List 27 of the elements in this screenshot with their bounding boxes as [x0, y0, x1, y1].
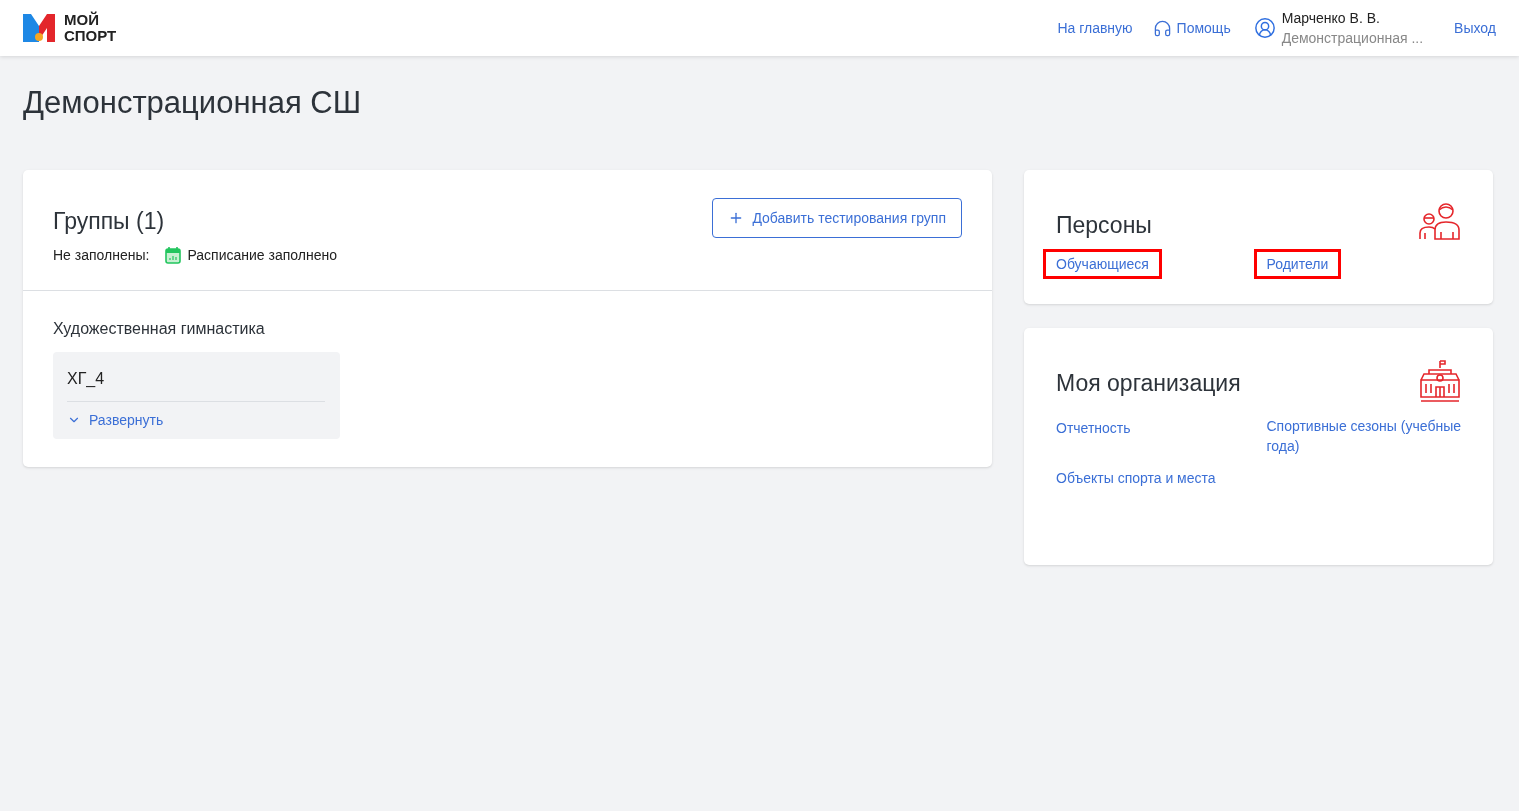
card-link[interactable]: Обучающиеся [1043, 248, 1162, 279]
groups-title: Группы (1) [53, 207, 165, 236]
help-link[interactable]: Помощь [1152, 17, 1231, 39]
sport-name: Художественная гимнастика [53, 318, 266, 339]
user-icon [1253, 17, 1276, 39]
logo-text: МОЙ СПОРТ [64, 12, 117, 44]
card-link[interactable]: Отчетность [1056, 417, 1131, 438]
logout-link[interactable]: Выход [1454, 17, 1496, 39]
card-link[interactable]: Объекты спорта и места [1056, 467, 1216, 488]
unfilled-label: Не заполнены: [53, 245, 150, 265]
logo-icon [23, 14, 55, 42]
add-group-testing-button[interactable]: Добавить тестирования групп [712, 198, 962, 238]
expand-toggle[interactable]: Развернуть [67, 409, 164, 431]
calendar-icon [165, 246, 182, 264]
headset-icon [1152, 18, 1172, 38]
card-title: Моя организация [1056, 368, 1241, 398]
home-link[interactable]: На главную [1057, 17, 1133, 39]
group-name: ХГ_4 [67, 366, 325, 402]
card-link[interactable]: Спортивные сезоны (учебные года) [1266, 415, 1461, 456]
card-link[interactable]: Родители [1253, 248, 1342, 279]
schedule-status: Расписание заполнено [187, 245, 337, 265]
user-organization: Демонстрационная ... [1281, 29, 1424, 48]
people-icon [1419, 202, 1461, 240]
school-building-icon [1419, 359, 1461, 402]
page-title: Демонстрационная СШ [22, 85, 363, 121]
user-name: Марченко В. В. [1281, 9, 1381, 28]
card-title: Персоны [1056, 211, 1152, 240]
